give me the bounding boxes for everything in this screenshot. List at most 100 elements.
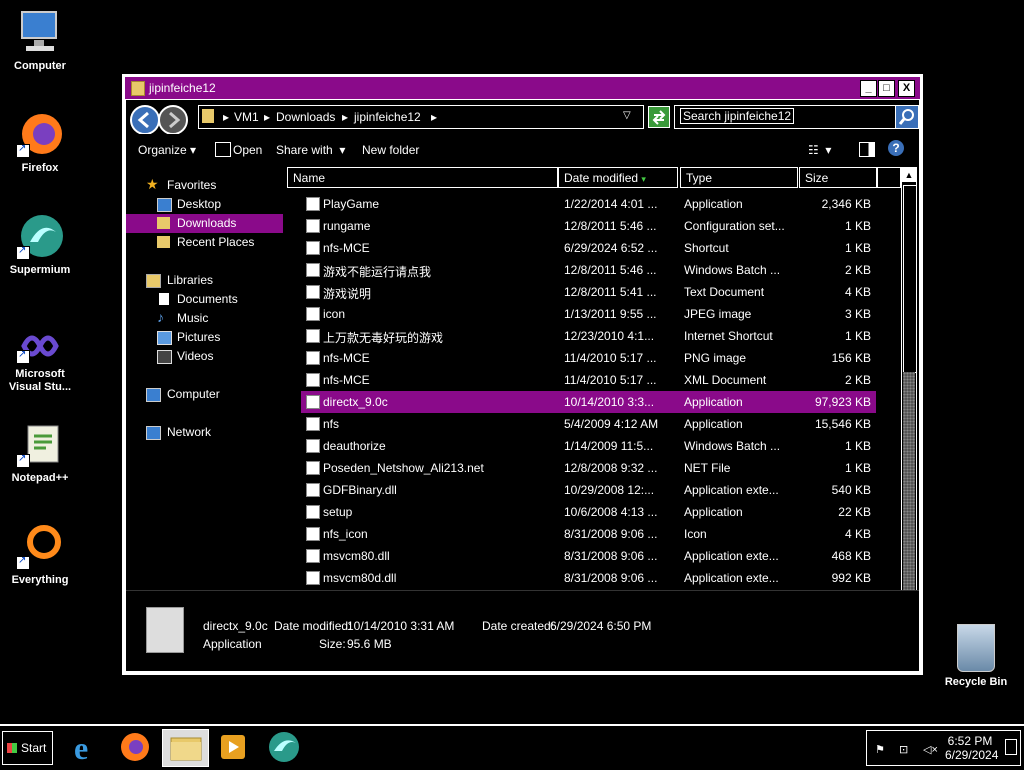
organize-button[interactable]: Organize ▾ — [138, 143, 196, 157]
file-row[interactable]: nfs-MCE 11/4/2010 5:17 ... XML Document 2 K… — [301, 369, 876, 391]
file-type: Application — [684, 417, 743, 431]
file-name: Poseden_Netshow_Ali213.net — [323, 461, 484, 475]
nav-pictures[interactable]: Pictures — [126, 328, 283, 347]
desktop-icon-everything[interactable]: Everything — [2, 522, 78, 587]
minimize-button[interactable]: _ — [860, 80, 877, 97]
file-type-icon — [306, 505, 320, 519]
view-options-icon[interactable]: ☷ ▾ — [808, 143, 831, 157]
file-type: Windows Batch ... — [684, 439, 781, 453]
nav-computer[interactable]: Computer — [126, 385, 283, 404]
file-row[interactable]: directx_9.0c 10/14/2010 3:3... Application… — [301, 391, 876, 413]
start-button[interactable]: Start — [2, 731, 53, 765]
address-field[interactable]: ▸ VM1 ▸ Downloads ▸ jipinfeiche12 ▸ ▽ — [198, 105, 644, 129]
scrollbar-track[interactable] — [903, 372, 915, 600]
nav-music[interactable]: ♪ Music — [126, 309, 283, 328]
nav-recent-places[interactable]: Recent Places — [126, 233, 283, 252]
file-type: Application exte... — [684, 483, 779, 497]
file-row[interactable]: nfs-MCE 11/4/2010 5:17 ... PNG image 156 KB — [301, 347, 876, 369]
nav-downloads[interactable]: Downloads — [126, 214, 283, 233]
column-header-name[interactable]: Name — [287, 167, 558, 188]
file-row[interactable]: 上万款无毒好玩的游戏 12/23/2010 4:1... Internet Shor… — [301, 325, 876, 347]
nav-network[interactable]: Network — [126, 423, 283, 442]
file-row[interactable]: Poseden_Netshow_Ali213.net 12/8/2008 9:32… — [301, 457, 876, 479]
start-label: Start — [21, 741, 47, 755]
nav-label: Downloads — [177, 216, 237, 230]
desktop-icon-label: Supermium — [9, 264, 71, 276]
maximize-button[interactable]: □ — [878, 80, 895, 97]
taskbar-supermium[interactable] — [264, 729, 304, 765]
file-type-icon — [306, 197, 320, 211]
search-button[interactable] — [895, 105, 919, 129]
breadcrumb-downloads[interactable]: Downloads — [276, 110, 335, 124]
nav-label: Favorites — [167, 178, 217, 192]
file-row[interactable]: deauthorize 1/14/2009 11:5... Windows Batc… — [301, 435, 876, 457]
star-icon: ★ — [146, 176, 159, 192]
taskbar-explorer[interactable] — [162, 729, 209, 767]
volume-muted-icon[interactable]: ◁× — [923, 743, 938, 756]
file-row[interactable]: setup 10/6/2008 4:13 ... Application 22 KB — [301, 501, 876, 523]
file-row[interactable]: 游戏说明 12/8/2011 5:41 ... Text Document 4 KB — [301, 281, 876, 303]
file-row[interactable]: icon 1/13/2011 9:55 ... JPEG image 3 KB — [301, 303, 876, 325]
title-bar[interactable]: jipinfeiche12 _ □ X — [125, 77, 920, 99]
chevron-right-icon[interactable]: ▸ — [342, 110, 348, 124]
file-name: PlayGame — [323, 197, 380, 211]
desktop-icon-firefox[interactable]: Firefox — [2, 110, 78, 175]
file-row[interactable]: msvcm80.dll 8/31/2008 9:06 ... Application… — [301, 545, 876, 567]
file-row[interactable]: 游戏不能运行请点我 12/8/2011 5:46 ... Windows Batch… — [301, 259, 876, 281]
file-row[interactable]: PlayGame 1/22/2014 4:01 ... Application 2,3… — [301, 193, 876, 215]
file-row[interactable]: GDFBinary.dll 10/29/2008 12:... Applicatio… — [301, 479, 876, 501]
file-row[interactable]: rungame 12/8/2011 5:46 ... Configuration s… — [301, 215, 876, 237]
column-header-type[interactable]: Type — [680, 167, 798, 188]
column-header-size[interactable]: Size — [799, 167, 877, 188]
nav-favorites[interactable]: ★ Favorites — [126, 176, 283, 195]
help-icon[interactable]: ? — [888, 140, 904, 156]
desktop-icon-computer[interactable]: Computer — [2, 8, 78, 73]
taskbar-internet-explorer[interactable]: e — [66, 729, 106, 766]
desktop-icon-supermium[interactable]: Supermium — [2, 212, 78, 277]
organize-label: Organize — [138, 143, 187, 157]
search-input[interactable]: Search jipinfeiche12 — [674, 105, 896, 129]
sort-indicator-icon: ▾ — [641, 174, 646, 184]
open-button[interactable]: Open — [233, 143, 262, 157]
address-dropdown-icon[interactable]: ▽ — [623, 110, 631, 121]
breadcrumb-jipinfeiche12[interactable]: jipinfeiche12 — [354, 110, 421, 124]
network-icon[interactable]: ⊡ — [899, 743, 911, 756]
forward-button[interactable] — [158, 105, 188, 135]
nav-videos[interactable]: Videos — [126, 347, 283, 366]
file-row[interactable]: nfs_icon 8/31/2008 9:06 ... Icon 4 KB — [301, 523, 876, 545]
file-type: Application — [684, 395, 743, 409]
close-button[interactable]: X — [898, 80, 915, 97]
new-folder-button[interactable]: New folder — [362, 143, 419, 157]
file-type: Text Document — [684, 285, 765, 299]
share-with-button[interactable]: Share with ▾ — [276, 143, 345, 157]
column-header-date-modified[interactable]: Date modified ▾ — [558, 167, 678, 188]
column-header-spacer — [877, 167, 901, 188]
refresh-button[interactable] — [648, 106, 670, 128]
breadcrumb-vm1[interactable]: VM1 — [234, 110, 259, 124]
desktop-icon-recycle-bin[interactable]: Recycle Bin — [938, 624, 1014, 688]
folder-icon — [131, 81, 145, 96]
chevron-right-icon[interactable]: ▸ — [431, 110, 437, 124]
nav-documents[interactable]: Documents — [126, 290, 283, 309]
file-row[interactable]: msvcm80d.dll 8/31/2008 9:06 ... Applicatio… — [301, 567, 876, 589]
vertical-scrollbar[interactable]: ▲ ▼ — [901, 167, 917, 617]
preview-pane-icon[interactable] — [859, 142, 875, 157]
show-desktop-button[interactable] — [1005, 739, 1017, 755]
column-header-label: Date modified — [564, 171, 639, 185]
back-button[interactable] — [130, 105, 160, 135]
svg-text:e: e — [74, 730, 88, 765]
chevron-right-icon[interactable]: ▸ — [264, 110, 270, 124]
nav-libraries[interactable]: Libraries — [126, 271, 283, 290]
nav-desktop[interactable]: Desktop — [126, 195, 283, 214]
scrollbar-thumb[interactable] — [903, 185, 917, 373]
file-row[interactable]: nfs-MCE 6/29/2024 6:52 ... Shortcut 1 KB — [301, 237, 876, 259]
desktop-icon-notepadpp[interactable]: Notepad++ — [2, 420, 78, 485]
file-type: Application — [684, 505, 743, 519]
clock[interactable]: 6:52 PM 6/29/2024 — [945, 734, 998, 762]
desktop-icon-visual-studio[interactable]: Microsoft Visual Stu... — [2, 326, 78, 394]
file-row[interactable]: nfs 5/4/2009 4:12 AM Application 15,546 KB — [301, 413, 876, 435]
taskbar-firefox[interactable] — [115, 729, 155, 765]
scroll-up-icon[interactable]: ▲ — [902, 168, 916, 182]
action-center-flag-icon[interactable]: ⚑ — [875, 743, 887, 756]
taskbar-media-player[interactable] — [213, 729, 253, 765]
